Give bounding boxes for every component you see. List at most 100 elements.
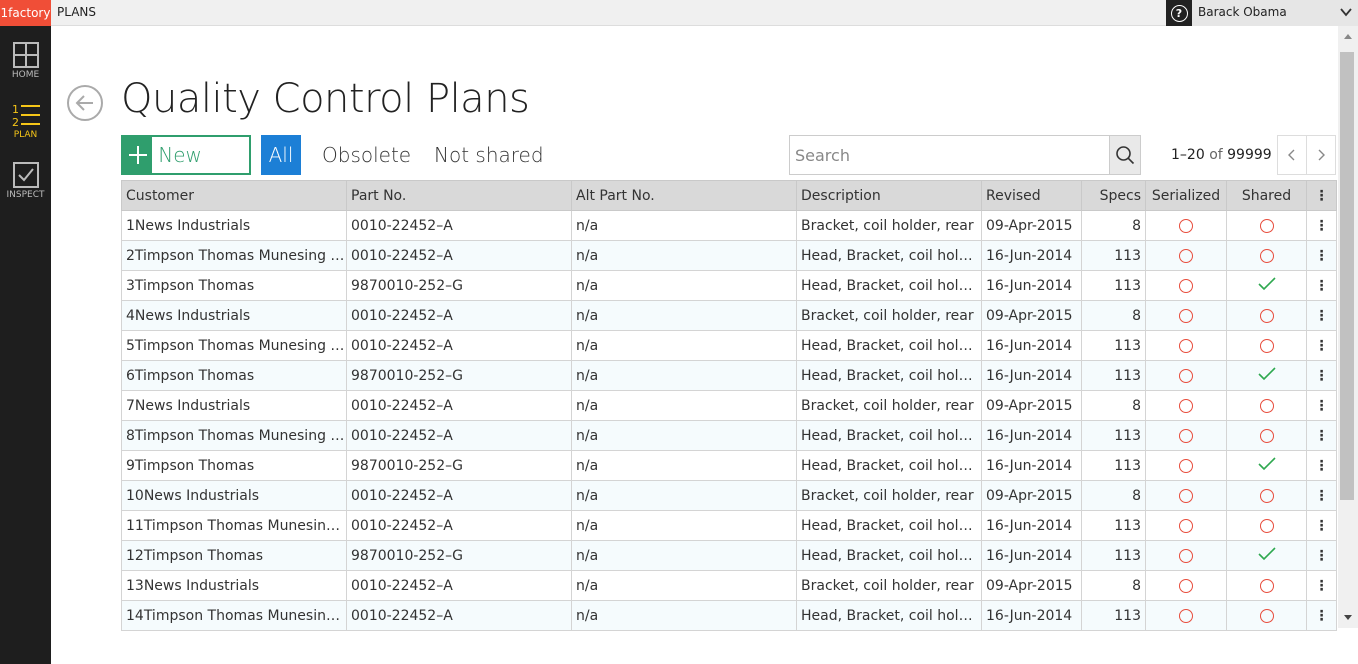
table-row[interactable]: 3Timpson Thomas 9870010-252–G n/a Head, Bra… xyxy=(121,270,1337,301)
table-row[interactable]: 13News Industrials 0010-22452–A n/a Bracket… xyxy=(121,570,1337,601)
row-menu-icon[interactable]: ⋮ xyxy=(1306,570,1337,601)
cell-part-no: 0010-22452–A xyxy=(346,420,572,451)
status-circle-icon xyxy=(1179,248,1193,263)
table-row[interactable]: 12Timpson Thomas 9870010-252–G n/a Head, Br… xyxy=(121,540,1337,571)
filter-not-shared[interactable]: Not shared xyxy=(434,135,544,175)
row-menu-icon[interactable]: ⋮ xyxy=(1306,270,1337,301)
cell-serialized xyxy=(1145,570,1227,601)
filter-obsolete[interactable]: Obsolete xyxy=(322,135,411,175)
col-header-serialized[interactable]: Serialized xyxy=(1145,180,1227,211)
col-header-part-no[interactable]: Part No. xyxy=(346,180,572,211)
col-header-shared[interactable]: Shared xyxy=(1226,180,1307,211)
cell-specs: 113 xyxy=(1081,450,1146,481)
scroll-down-icon[interactable] xyxy=(1338,610,1358,626)
table-row[interactable]: 1News Industrials 0010-22452–A n/a Bracket,… xyxy=(121,210,1337,241)
row-menu-icon[interactable]: ⋮ xyxy=(1306,480,1337,511)
row-menu-icon[interactable]: ⋮ xyxy=(1306,210,1337,241)
cell-shared xyxy=(1226,270,1307,301)
table-row[interactable]: 5Timpson Thomas Munesing Land 0010-22452–… xyxy=(121,330,1337,361)
paging-range: 1–20 xyxy=(1171,147,1205,163)
cell-serialized xyxy=(1145,270,1227,301)
col-header-revised[interactable]: Revised xyxy=(981,180,1082,211)
table-row[interactable]: 7News Industrials 0010-22452–A n/a Bracket,… xyxy=(121,390,1337,421)
row-menu-icon[interactable]: ⋮ xyxy=(1306,600,1337,631)
user-menu[interactable]: Barack Obama xyxy=(1192,0,1358,26)
scrollbar-thumb[interactable] xyxy=(1340,52,1354,500)
row-menu-icon[interactable]: ⋮ xyxy=(1306,330,1337,361)
row-menu-icon[interactable]: ⋮ xyxy=(1306,450,1337,481)
back-arrow-icon[interactable] xyxy=(66,84,104,122)
row-menu-icon[interactable]: ⋮ xyxy=(1306,540,1337,571)
cell-revised: 16-Jun-2014 xyxy=(981,540,1082,571)
search-input[interactable] xyxy=(790,136,1110,174)
column-menu-icon[interactable]: ⋮ xyxy=(1306,180,1337,211)
next-page-button[interactable] xyxy=(1306,135,1336,175)
table-row[interactable]: 4News Industrials 0010-22452–A n/a Bracket,… xyxy=(121,300,1337,331)
row-menu-icon[interactable]: ⋮ xyxy=(1306,300,1337,331)
cell-alt-part-no: n/a xyxy=(571,360,797,391)
row-menu-icon[interactable]: ⋮ xyxy=(1306,240,1337,271)
table-row[interactable]: 8Timpson Thomas Munesing Land 0010-22452–… xyxy=(121,420,1337,451)
cell-specs: 8 xyxy=(1081,570,1146,601)
cell-serialized xyxy=(1145,600,1227,631)
table-row[interactable]: 11Timpson Thomas Munesing Land0010-22452… xyxy=(121,510,1337,541)
scroll-up-icon[interactable] xyxy=(1338,28,1358,44)
cell-revised: 16-Jun-2014 xyxy=(981,600,1082,631)
cell-description: Head, Bracket, coil holder, front xyxy=(796,600,982,631)
table-row[interactable]: 6Timpson Thomas 9870010-252–G n/a Head, Bra… xyxy=(121,360,1337,391)
cell-serialized xyxy=(1145,420,1227,451)
cell-revised: 16-Jun-2014 xyxy=(981,510,1082,541)
plans-table: Customer Part No. Alt Part No. Descripti… xyxy=(121,180,1337,631)
row-menu-icon[interactable]: ⋮ xyxy=(1306,390,1337,421)
cell-serialized xyxy=(1145,540,1227,571)
col-header-customer[interactable]: Customer xyxy=(121,180,347,211)
cell-revised: 16-Jun-2014 xyxy=(981,240,1082,271)
chevron-left-icon xyxy=(1288,149,1295,161)
col-header-alt-part-no[interactable]: Alt Part No. xyxy=(571,180,797,211)
cell-revised: 09-Apr-2015 xyxy=(981,480,1082,511)
sidebar-item-label: INSPECT xyxy=(6,190,45,200)
cell-customer: 11Timpson Thomas Munesing Land xyxy=(121,510,347,541)
row-menu-icon[interactable]: ⋮ xyxy=(1306,420,1337,451)
table-row[interactable]: 2Timpson Thomas Munesing Land 0010-22452–… xyxy=(121,240,1337,271)
cell-customer: 8Timpson Thomas Munesing Land xyxy=(121,420,347,451)
cell-customer: 3Timpson Thomas xyxy=(121,270,347,301)
table-row[interactable]: 10News Industrials 0010-22452–A n/a Bracket… xyxy=(121,480,1337,511)
col-header-description[interactable]: Description xyxy=(796,180,982,211)
vertical-scrollbar[interactable] xyxy=(1338,26,1358,628)
status-circle-icon xyxy=(1179,218,1193,233)
search-button[interactable] xyxy=(1109,136,1140,174)
cell-part-no: 9870010-252–G xyxy=(346,270,572,301)
cell-shared xyxy=(1226,540,1307,571)
col-header-specs[interactable]: Specs xyxy=(1081,180,1146,211)
sidebar-item-plan[interactable]: 1 2 PLAN xyxy=(0,94,51,152)
row-menu-icon[interactable]: ⋮ xyxy=(1306,510,1337,541)
cell-description: Bracket, coil holder, rear xyxy=(796,390,982,421)
cell-description: Bracket, coil holder, rear xyxy=(796,210,982,241)
row-menu-icon[interactable]: ⋮ xyxy=(1306,360,1337,391)
cell-customer: 6Timpson Thomas xyxy=(121,360,347,391)
cell-part-no: 0010-22452–A xyxy=(346,510,572,541)
cell-specs: 113 xyxy=(1081,330,1146,361)
sidebar-item-inspect[interactable]: INSPECT xyxy=(0,154,51,212)
filter-all[interactable]: All xyxy=(261,135,301,175)
help-button[interactable]: ? xyxy=(1166,0,1192,26)
cell-revised: 16-Jun-2014 xyxy=(981,450,1082,481)
new-plan-button[interactable]: New plan xyxy=(121,135,251,203)
sidebar-item-label: HOME xyxy=(11,70,40,80)
section-title: PLANS xyxy=(57,5,96,19)
cell-serialized xyxy=(1145,510,1227,541)
table-row[interactable]: 9Timpson Thomas 9870010-252–G n/a Head, Bra… xyxy=(121,450,1337,481)
user-name: Barack Obama xyxy=(1198,5,1287,19)
cell-shared xyxy=(1226,570,1307,601)
cell-specs: 113 xyxy=(1081,240,1146,271)
prev-page-button[interactable] xyxy=(1277,135,1307,175)
cell-part-no: 0010-22452–A xyxy=(346,330,572,361)
brand-logo[interactable]: 1factory xyxy=(0,0,51,26)
sidebar-item-home[interactable]: HOME xyxy=(0,34,51,92)
table-row[interactable]: 14Timpson Thomas Munesing Land0010-22452… xyxy=(121,600,1337,631)
cell-customer: 12Timpson Thomas xyxy=(121,540,347,571)
status-circle-icon xyxy=(1179,458,1193,473)
sidebar: HOME 1 2 PLAN INSPECT xyxy=(0,26,51,664)
cell-customer: 7News Industrials xyxy=(121,390,347,421)
